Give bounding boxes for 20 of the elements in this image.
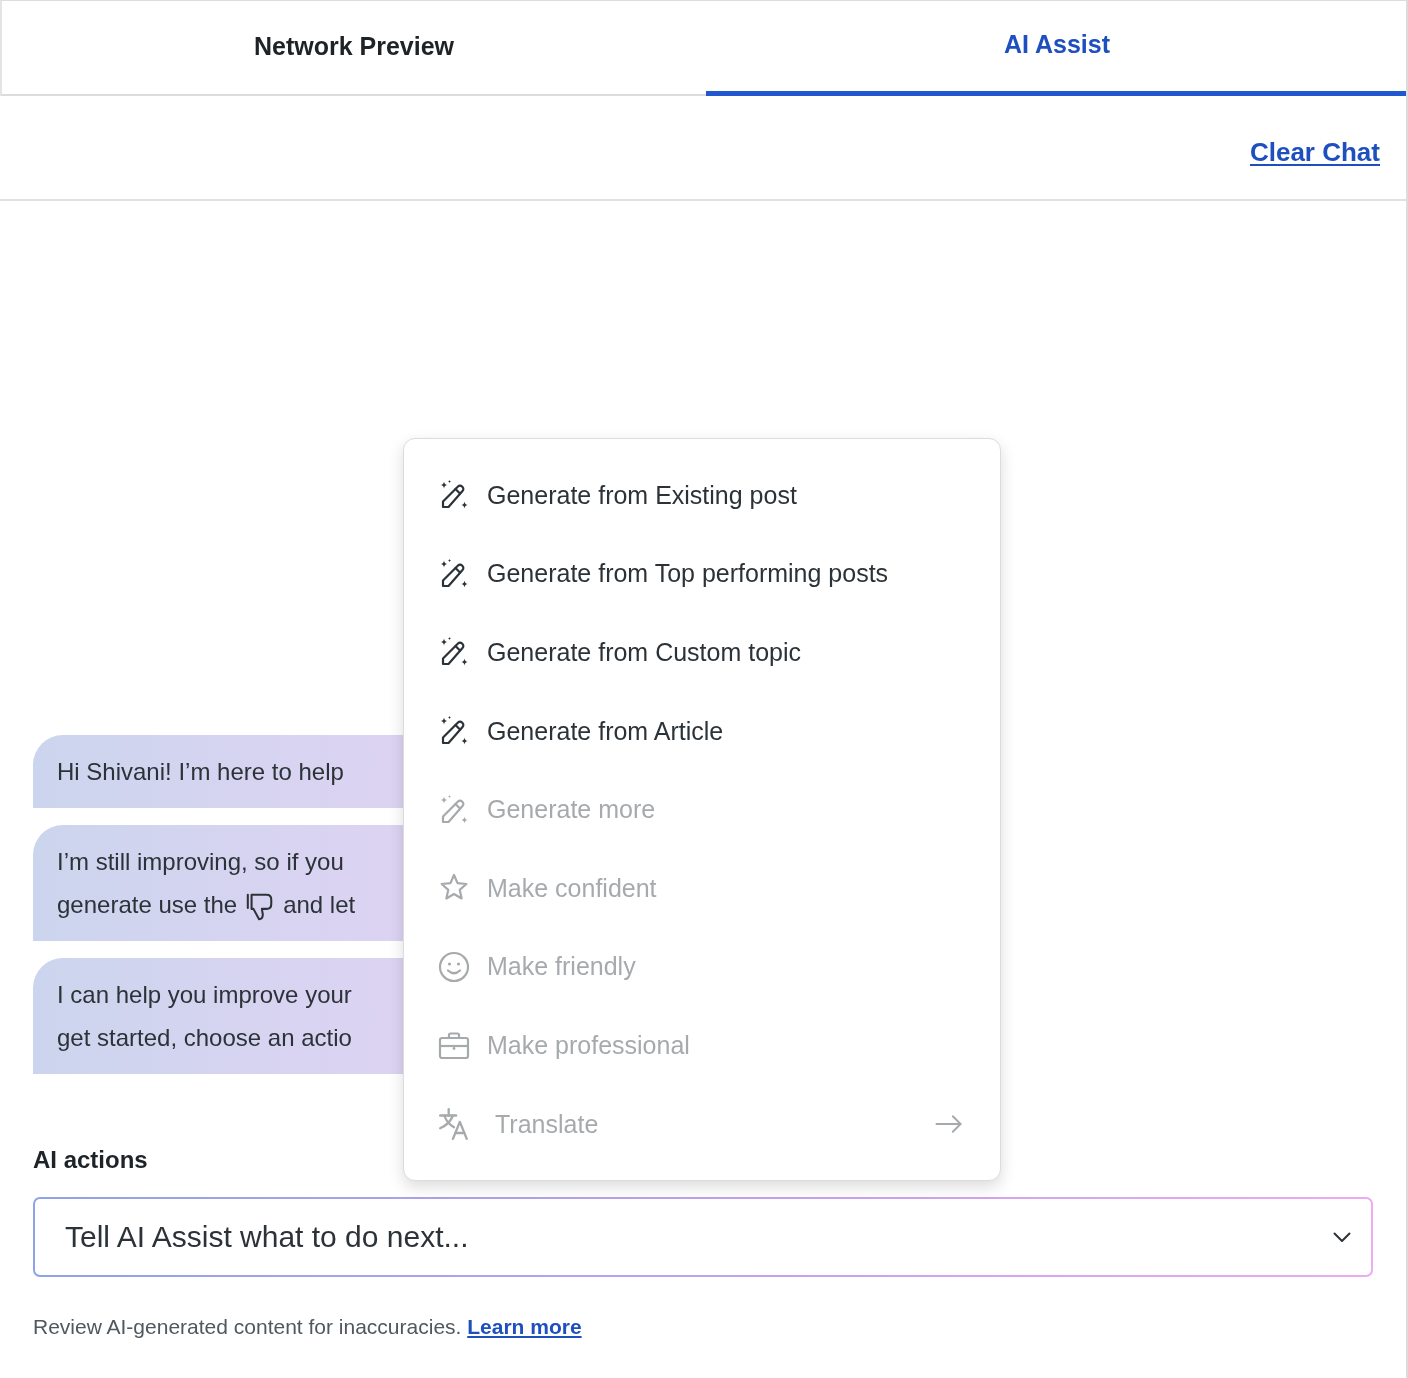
- section-label: AI actions: [33, 1146, 148, 1174]
- menu-item[interactable]: Generate from Top performing posts: [404, 534, 1000, 614]
- message-text: I can help you improve your: [57, 980, 352, 1010]
- message-text: get started, choose an actio: [57, 1023, 352, 1053]
- chevron-down-icon: [1333, 1231, 1351, 1243]
- disclaimer-text: Review AI-generated content for inaccuracies. Learn more: [33, 1314, 582, 1340]
- menu-item[interactable]: Generate from Custom topic: [404, 613, 1000, 692]
- message-text: I’m still improving, so if you: [57, 847, 344, 877]
- translate-icon: [438, 1107, 470, 1142]
- arrow-right-icon: [935, 1114, 962, 1135]
- clear-chat-link[interactable]: Clear Chat: [1249, 137, 1380, 168]
- menu-item[interactable]: Generate from Article: [404, 691, 1000, 771]
- learn-more-link[interactable]: Learn more: [467, 1315, 582, 1338]
- message-text: generate use the: [57, 890, 238, 920]
- message-text: Hi Shivani! I’m here to help: [57, 757, 344, 787]
- message-text: and let: [283, 890, 356, 920]
- smiley-icon: [438, 950, 470, 983]
- briefcase-icon: [438, 1030, 470, 1061]
- action-select[interactable]: Tell AI Assist what to do next...: [33, 1197, 1373, 1277]
- menu-item[interactable]: Generate from Existing post: [404, 456, 1000, 535]
